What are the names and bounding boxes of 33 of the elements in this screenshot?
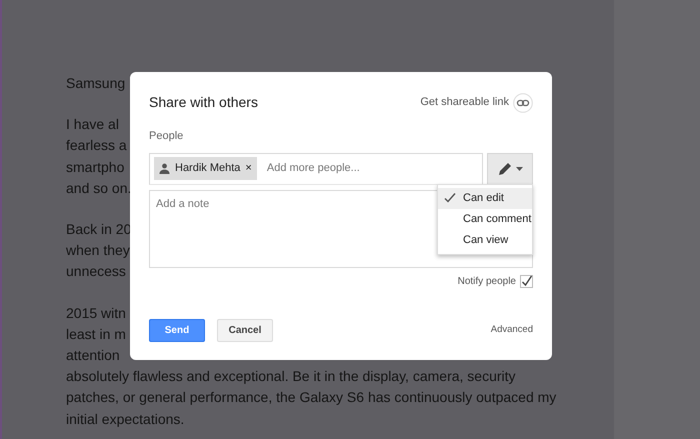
document-text-line: least in m [66, 324, 126, 344]
document-text-line: attention [66, 346, 120, 366]
cancel-button[interactable]: Cancel [217, 318, 273, 342]
document-text-line: and so on. [66, 178, 132, 198]
person-chip[interactable]: Hardik Mehta × [154, 157, 257, 180]
remove-chip-button[interactable]: × [245, 160, 252, 177]
document-text-line: absolutely flawless and exceptional. Be it in the display, camera, security [66, 367, 516, 386]
people-label: People [149, 129, 184, 144]
people-field[interactable]: Hardik Mehta × Add more people... [149, 152, 483, 184]
permission-dropdown-button[interactable] [487, 152, 533, 184]
document-text-line: fearless a [66, 136, 127, 156]
document-text-line: 2015 witn [66, 304, 126, 323]
chip-name: Hardik Mehta [175, 161, 240, 176]
link-icon[interactable] [513, 92, 533, 112]
document-text-line: unnecess [66, 262, 126, 282]
document-text-line: patches, or general performance, the Galaxy S6 has continuously outpaced my [66, 388, 556, 408]
menu-item[interactable]: Can view [438, 230, 532, 250]
pencil-icon [497, 160, 513, 176]
document-text-line: I have al [66, 115, 119, 134]
notify-label: Notify people [458, 274, 516, 288]
advanced-link[interactable]: Advanced [490, 322, 533, 338]
check-icon [444, 192, 456, 204]
menu-item[interactable]: Can edit [438, 188, 532, 208]
shareable-link[interactable]: Get shareable link [420, 94, 509, 111]
document-text-line: smartpho [66, 158, 124, 177]
document-text-line: Samsung [66, 74, 126, 93]
notify-checkbox[interactable] [520, 274, 533, 288]
document-text-line: initial expectations. [66, 410, 184, 429]
dialog-title: Share with others [149, 93, 258, 112]
document-text-line: when they [66, 241, 130, 260]
caret-icon [516, 166, 523, 170]
menu-item[interactable]: Can comment [438, 208, 532, 230]
person-icon [159, 163, 170, 174]
